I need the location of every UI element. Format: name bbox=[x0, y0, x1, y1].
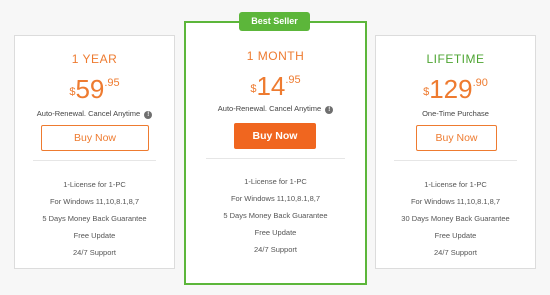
divider bbox=[206, 158, 345, 159]
feature-list: 1-License for 1-PC For Windows 11,10,8.1… bbox=[15, 176, 174, 261]
info-icon[interactable]: ! bbox=[144, 111, 153, 119]
plan-subtitle-text: Auto-Renewal. Cancel Anytime bbox=[36, 109, 141, 118]
price-amount: 14 bbox=[256, 71, 286, 101]
feature-item: Free Update bbox=[434, 231, 477, 240]
feature-item: 1-License for 1-PC bbox=[63, 180, 126, 189]
feature-item: For Windows 11,10,8.1,8,7 bbox=[230, 194, 321, 203]
price-cents: .95 bbox=[285, 74, 301, 86]
feature-item: 1-License for 1-PC bbox=[424, 180, 487, 189]
buy-now-button[interactable]: Buy Now bbox=[41, 125, 149, 151]
plan-name: 1 MONTH bbox=[246, 49, 305, 63]
feature-item: 5 Days Money Back Guarantee bbox=[223, 211, 328, 220]
divider bbox=[33, 160, 156, 161]
best-seller-badge: Best Seller bbox=[239, 12, 310, 31]
feature-item: For Windows 11,10,8.1,8,7 bbox=[49, 197, 140, 206]
price-cents: .95 bbox=[104, 77, 120, 89]
feature-list: 1-License for 1-PC For Windows 11,10,8.1… bbox=[376, 176, 535, 261]
feature-list: 1-License for 1-PC For Windows 11,10,8.1… bbox=[186, 173, 365, 258]
feature-item: Free Update bbox=[73, 231, 116, 240]
price-cents: .90 bbox=[472, 77, 488, 89]
feature-item: 24/7 Support bbox=[254, 245, 297, 254]
plan-card-1-month: Best Seller 1 MONTH $14.95 Auto-Renewal.… bbox=[184, 12, 367, 285]
feature-item: 24/7 Support bbox=[434, 248, 477, 257]
feature-item: 30 Days Money Back Guarantee bbox=[401, 214, 510, 223]
plan-card-1-year: 1 YEAR $59.95 Auto-Renewal. Cancel Anyti… bbox=[14, 35, 175, 269]
price-amount: 129 bbox=[429, 74, 473, 104]
plan-name: LIFETIME bbox=[426, 52, 485, 66]
feature-item: 1-License for 1-PC bbox=[244, 177, 307, 186]
feature-item: Free Update bbox=[254, 228, 297, 237]
plan-subtitle-text: Auto-Renewal. Cancel Anytime bbox=[217, 104, 322, 113]
plan-name: 1 YEAR bbox=[71, 52, 118, 66]
info-icon[interactable]: ! bbox=[325, 106, 334, 114]
divider bbox=[394, 160, 517, 161]
plan-subtitle: One-Time Purchase bbox=[422, 109, 489, 118]
plan-card-lifetime: LIFETIME $129.90 One-Time Purchase Buy N… bbox=[375, 35, 536, 269]
buy-now-button[interactable]: Buy Now bbox=[416, 125, 497, 151]
plan-subtitle: Auto-Renewal. Cancel Anytime! bbox=[15, 109, 174, 119]
plan-price: $59.95 bbox=[15, 74, 174, 105]
feature-item: For Windows 11,10,8.1,8,7 bbox=[410, 197, 501, 206]
feature-item: 5 Days Money Back Guarantee bbox=[42, 214, 147, 223]
feature-item: 24/7 Support bbox=[73, 248, 116, 257]
plan-price: $14.95 bbox=[186, 71, 365, 102]
buy-now-button[interactable]: Buy Now bbox=[234, 123, 316, 149]
plan-price: $129.90 bbox=[376, 74, 535, 105]
price-amount: 59 bbox=[75, 74, 105, 104]
plan-subtitle: Auto-Renewal. Cancel Anytime! bbox=[186, 104, 365, 114]
